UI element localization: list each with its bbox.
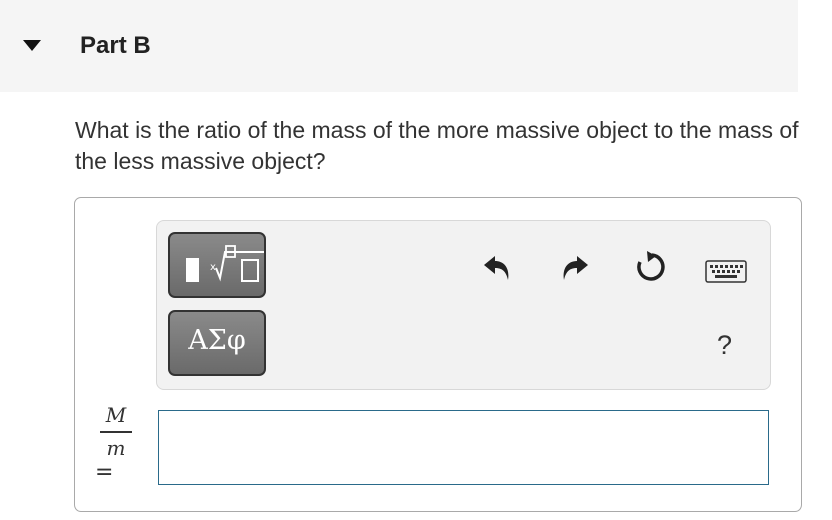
- templates-button[interactable]: x: [168, 232, 266, 298]
- redo-icon[interactable]: [558, 252, 590, 282]
- answer-input[interactable]: [158, 410, 769, 485]
- fraction-denominator: m: [106, 435, 126, 460]
- equals-sign: =: [95, 460, 114, 485]
- part-title: Part B: [80, 32, 151, 59]
- svg-text:x: x: [210, 262, 216, 273]
- collapse-triangle-icon[interactable]: [22, 38, 42, 54]
- reset-icon[interactable]: [632, 250, 666, 284]
- symbols-label: ΑΣφ: [188, 325, 246, 356]
- symbols-button[interactable]: ΑΣφ: [168, 310, 266, 376]
- keyboard-icon[interactable]: [705, 260, 747, 284]
- fraction-numerator: M: [105, 403, 127, 427]
- undo-icon[interactable]: [482, 252, 514, 282]
- help-button[interactable]: ?: [717, 330, 732, 361]
- part-header: Part B: [0, 0, 798, 92]
- answer-label-fraction: M m: [98, 403, 134, 460]
- templates-icon: x: [186, 245, 266, 282]
- question-text: What is the ratio of the mass of the mor…: [75, 117, 799, 174]
